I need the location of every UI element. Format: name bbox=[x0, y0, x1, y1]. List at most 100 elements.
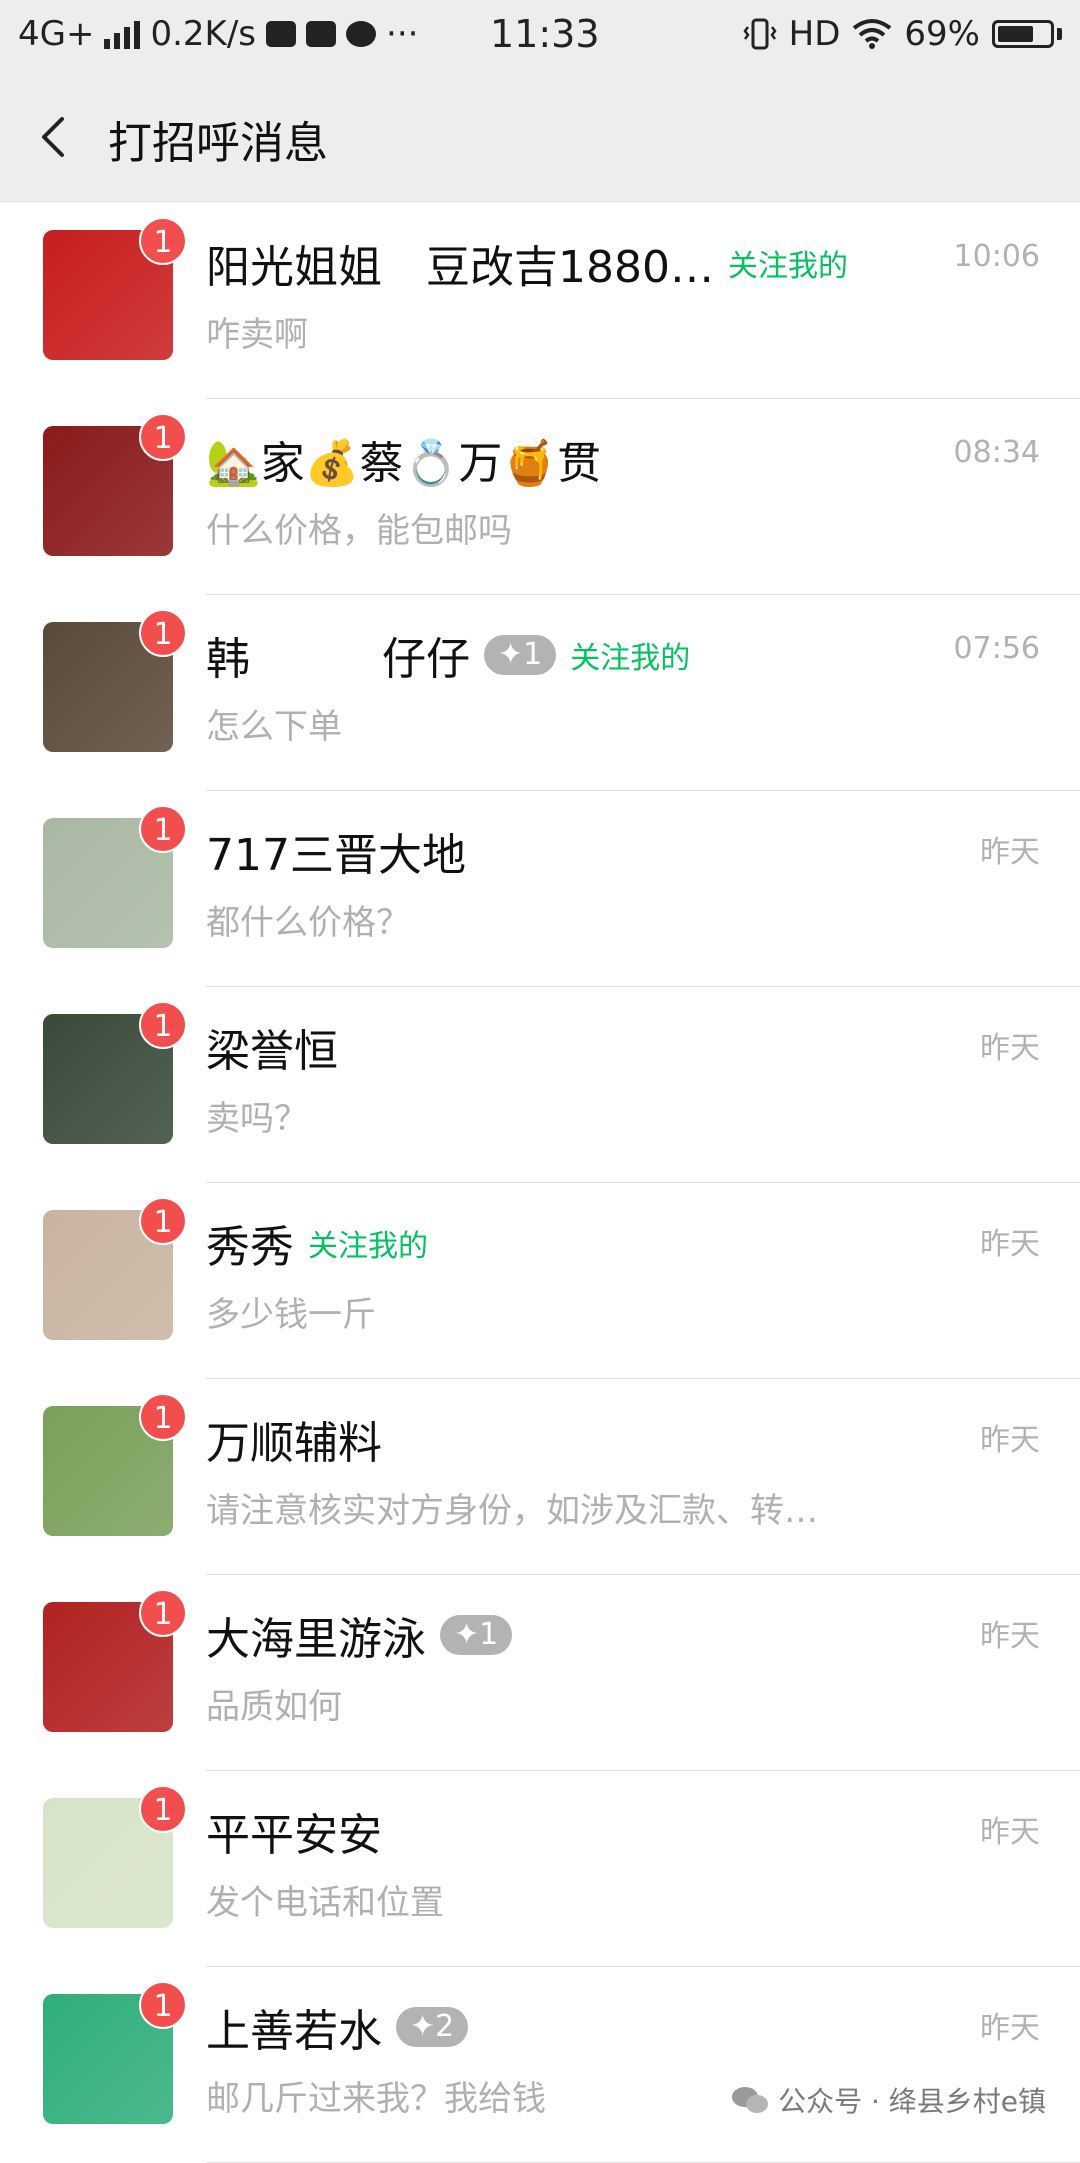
plus-count-badge: ✦1 bbox=[484, 635, 557, 675]
list-item[interactable]: 1 韩 仔仔 ✦1 关注我的 怎么下单 07:56 bbox=[0, 595, 1080, 791]
network-type: 4G+ bbox=[18, 14, 95, 54]
vibrate-icon bbox=[743, 18, 777, 50]
contact-name: 梁誉恒 bbox=[206, 1026, 338, 1077]
contact-name: 韩 仔仔 bbox=[206, 634, 470, 685]
name-line: 梁誉恒 bbox=[206, 1017, 1040, 1077]
name-line: 万顺辅料 bbox=[206, 1409, 1040, 1469]
unread-badge: 1 bbox=[139, 413, 187, 461]
message-time: 昨天 bbox=[980, 1619, 1040, 1654]
list-item[interactable]: 1 大海里游泳 ✦1 品质如何 昨天 bbox=[0, 1575, 1080, 1771]
unread-badge: 1 bbox=[139, 1589, 187, 1637]
plus-count-badge: ✦2 bbox=[396, 2007, 469, 2047]
item-content: 717三晋大地 都什么价格？ bbox=[206, 821, 1040, 944]
message-time: 昨天 bbox=[980, 1031, 1040, 1066]
name-line: 阳光姐姐 豆改吉1880… 关注我的 bbox=[206, 233, 1040, 293]
list-item[interactable]: 1 717三晋大地 都什么价格？ 昨天 bbox=[0, 791, 1080, 987]
item-content: 秀秀 关注我的 多少钱一斤 bbox=[206, 1213, 1040, 1336]
item-content: 阳光姐姐 豆改吉1880… 关注我的 咋卖啊 bbox=[206, 233, 1040, 356]
chevron-left-icon bbox=[42, 117, 64, 157]
back-button[interactable] bbox=[30, 105, 80, 169]
watermark-text: 公众号 · 绛县乡村e镇 bbox=[778, 2085, 1046, 2118]
status-right: HD 69% bbox=[743, 14, 1062, 54]
wechat-icon bbox=[732, 2087, 769, 2113]
message-time: 08:34 bbox=[953, 435, 1040, 470]
contact-name: 秀秀 bbox=[206, 1222, 294, 1273]
avatar-container: 1 bbox=[43, 1197, 187, 1340]
avatar-container: 1 bbox=[43, 1589, 187, 1732]
play-icon bbox=[346, 21, 377, 47]
list-item[interactable]: 1 秀秀 关注我的 多少钱一斤 昨天 bbox=[0, 1183, 1080, 1379]
message-preview: 都什么价格？ bbox=[206, 903, 410, 943]
message-preview: 多少钱一斤 bbox=[206, 1295, 376, 1335]
contact-name: 上善若水 bbox=[206, 2006, 382, 2057]
unread-badge: 1 bbox=[139, 1001, 187, 1049]
avatar-container: 1 bbox=[43, 609, 187, 752]
nav-header: 打招呼消息 bbox=[0, 75, 1080, 203]
name-line: 大海里游泳 ✦1 bbox=[206, 1605, 1040, 1665]
hd-indicator: HD bbox=[788, 14, 841, 54]
unread-badge: 1 bbox=[139, 805, 187, 853]
unread-badge: 1 bbox=[139, 609, 187, 657]
message-time: 昨天 bbox=[980, 2011, 1040, 2046]
name-line: 🏡家💰蔡💍万🍯贯 bbox=[206, 429, 1040, 489]
watermark: 公众号 · 绛县乡村e镇 bbox=[730, 2080, 1046, 2120]
list-item[interactable]: 1 梁誉恒 卖吗？ 昨天 bbox=[0, 987, 1080, 1183]
clock: 11:33 bbox=[490, 12, 600, 56]
wifi-icon bbox=[853, 19, 892, 49]
name-line: 上善若水 ✦2 bbox=[206, 1997, 1040, 2057]
avatar-container: 1 bbox=[43, 1001, 187, 1144]
unread-badge: 1 bbox=[139, 1197, 187, 1245]
item-content: 万顺辅料 请注意核实对方身份，如涉及汇款、转… bbox=[206, 1409, 1040, 1532]
item-content: 梁誉恒 卖吗？ bbox=[206, 1017, 1040, 1140]
contact-name: 大海里游泳 bbox=[206, 1614, 426, 1665]
app-notification-icon bbox=[266, 21, 297, 47]
list-item[interactable]: 1 平平安安 发个电话和位置 昨天 bbox=[0, 1771, 1080, 1967]
name-line: 717三晋大地 bbox=[206, 821, 1040, 881]
list-item[interactable]: 1 万顺辅料 请注意核实对方身份，如涉及汇款、转… 昨天 bbox=[0, 1379, 1080, 1575]
avatar-container: 1 bbox=[43, 217, 187, 360]
list-item[interactable]: 1 阳光姐姐 豆改吉1880… 关注我的 咋卖啊 10:06 bbox=[0, 203, 1080, 399]
message-preview: 怎么下单 bbox=[206, 707, 342, 747]
mail-icon bbox=[306, 21, 337, 47]
item-content: 韩 仔仔 ✦1 关注我的 怎么下单 bbox=[206, 625, 1040, 748]
name-line: 秀秀 关注我的 bbox=[206, 1213, 1040, 1273]
message-preview: 什么价格，能包邮吗 bbox=[206, 511, 512, 551]
message-preview: 发个电话和位置 bbox=[206, 1883, 444, 1923]
avatar-container: 1 bbox=[43, 413, 187, 556]
contact-name: 万顺辅料 bbox=[206, 1418, 382, 1469]
battery-icon bbox=[992, 20, 1062, 48]
contact-name: 717三晋大地 bbox=[206, 830, 466, 881]
more-notifications: ··· bbox=[386, 14, 419, 54]
message-time: 10:06 bbox=[953, 239, 1040, 274]
message-preview: 咋卖啊 bbox=[206, 315, 308, 355]
list-item[interactable]: 1 上善若水 ✦2 邮几斤过来我？我给钱 昨天 bbox=[0, 1967, 1080, 2163]
follows-me-label: 关注我的 bbox=[727, 249, 848, 284]
name-line: 平平安安 bbox=[206, 1801, 1040, 1861]
message-time: 昨天 bbox=[980, 835, 1040, 870]
contact-name: 阳光姐姐 豆改吉1880… bbox=[206, 242, 714, 293]
contact-name: 平平安安 bbox=[206, 1810, 382, 1861]
name-line: 韩 仔仔 ✦1 关注我的 bbox=[206, 625, 1040, 685]
message-preview: 品质如何 bbox=[206, 1687, 342, 1727]
unread-badge: 1 bbox=[139, 217, 187, 265]
follows-me-label: 关注我的 bbox=[570, 641, 691, 676]
page-title: 打招呼消息 bbox=[108, 118, 328, 169]
contact-name: 🏡家💰蔡💍万🍯贯 bbox=[206, 438, 602, 489]
network-speed: 0.2K/s bbox=[150, 14, 257, 54]
message-preview: 卖吗？ bbox=[206, 1099, 308, 1139]
status-left: 4G+ 0.2K/s ··· bbox=[18, 14, 418, 54]
plus-count-badge: ✦1 bbox=[440, 1615, 513, 1655]
message-time: 07:56 bbox=[953, 631, 1040, 666]
avatar-container: 1 bbox=[43, 1981, 187, 2124]
list-item[interactable]: 1 🏡家💰蔡💍万🍯贯 什么价格，能包邮吗 08:34 bbox=[0, 399, 1080, 595]
message-time: 昨天 bbox=[980, 1227, 1040, 1262]
message-time: 昨天 bbox=[980, 1815, 1040, 1850]
unread-badge: 1 bbox=[139, 1393, 187, 1441]
item-content: 大海里游泳 ✦1 品质如何 bbox=[206, 1605, 1040, 1728]
avatar-container: 1 bbox=[43, 1785, 187, 1928]
item-content: 🏡家💰蔡💍万🍯贯 什么价格，能包邮吗 bbox=[206, 429, 1040, 552]
unread-badge: 1 bbox=[139, 1981, 187, 2029]
avatar-container: 1 bbox=[43, 1393, 187, 1536]
follows-me-label: 关注我的 bbox=[308, 1229, 428, 1264]
message-preview: 请注意核实对方身份，如涉及汇款、转… bbox=[206, 1491, 818, 1531]
